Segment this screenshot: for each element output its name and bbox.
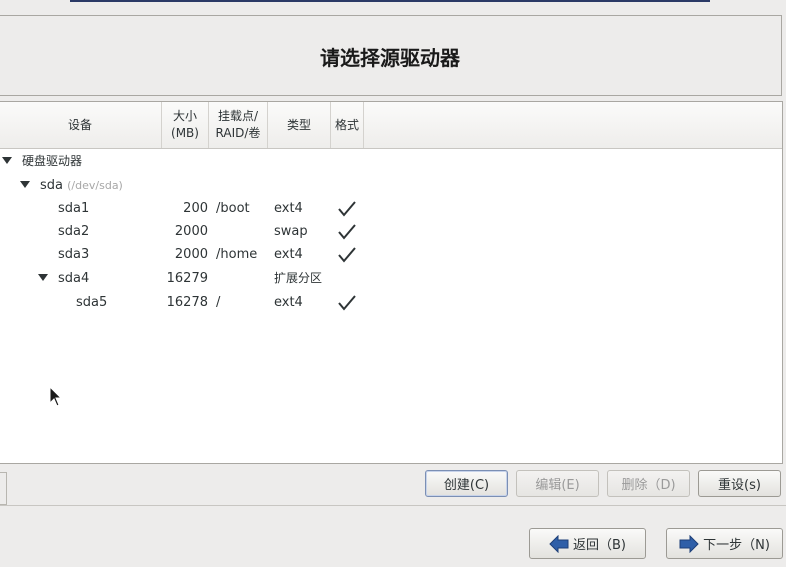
back-button[interactable]: 返回（B): [529, 528, 646, 559]
disk-name: sda (/dev/sda): [40, 178, 123, 193]
partition-tree[interactable]: 设备 大小 (MB) 挂载点/ RAID/卷 类型 格式 硬盘驱动器 sda (…: [0, 101, 783, 464]
partition-name: sda5: [76, 295, 108, 310]
arrow-left-icon: [549, 534, 569, 553]
partition-type: 扩展分区: [274, 271, 323, 285]
checkmark-icon: [338, 224, 356, 240]
table-row[interactable]: sda4 16279 扩展分区: [0, 267, 782, 290]
checkmark-icon: [338, 247, 356, 263]
column-header-size[interactable]: 大小 (MB): [162, 102, 209, 148]
next-button[interactable]: 下一步（N): [666, 528, 783, 559]
page-title: 请选择源驱动器: [320, 46, 460, 70]
expander-triangle-icon[interactable]: [38, 274, 48, 281]
column-header-device[interactable]: 设备: [0, 102, 162, 148]
column-header-type[interactable]: 类型: [268, 102, 331, 148]
mouse-cursor-icon: [49, 386, 63, 407]
partition-mount: /boot: [216, 201, 250, 216]
arrow-right-icon: [679, 534, 699, 553]
group-label: 硬盘驱动器: [22, 154, 83, 168]
delete-button[interactable]: 删除（D): [607, 470, 690, 497]
partition-name: sda2: [58, 224, 90, 239]
column-header-format[interactable]: 格式: [331, 102, 364, 148]
tree-row-disk[interactable]: sda (/dev/sda): [0, 174, 782, 197]
expander-triangle-icon[interactable]: [20, 181, 30, 188]
next-button-label: 下一步（N): [703, 538, 770, 553]
partition-size: 200: [183, 201, 208, 216]
partition-size: 2000: [174, 224, 208, 239]
partition-type: ext4: [274, 201, 303, 216]
create-button[interactable]: 创建(C): [425, 470, 508, 497]
divider: [0, 505, 786, 506]
partition-mount: /home: [216, 247, 258, 262]
partition-mount: /: [216, 295, 221, 310]
reset-button[interactable]: 重设(s): [698, 470, 781, 497]
left-edge-panel: [0, 472, 7, 505]
table-row[interactable]: sda5 16278 / ext4: [0, 291, 782, 314]
partition-type: ext4: [274, 247, 303, 262]
top-accent-bar: [70, 0, 710, 2]
partition-name: sda4: [58, 271, 90, 286]
partition-size: 16279: [166, 271, 208, 286]
partition-size: 2000: [174, 247, 208, 262]
checkmark-icon: [338, 201, 356, 217]
tree-header: 设备 大小 (MB) 挂载点/ RAID/卷 类型 格式: [0, 102, 782, 149]
column-header-mount[interactable]: 挂载点/ RAID/卷: [209, 102, 268, 148]
partition-name: sda1: [58, 201, 90, 216]
table-row[interactable]: sda3 2000 /home ext4: [0, 243, 782, 266]
expander-triangle-icon[interactable]: [2, 157, 12, 164]
table-row[interactable]: sda2 2000 swap: [0, 220, 782, 243]
disk-path: (/dev/sda): [67, 179, 123, 192]
table-row[interactable]: sda1 200 /boot ext4: [0, 197, 782, 220]
checkmark-icon: [338, 295, 356, 311]
tree-row-hard-drives[interactable]: 硬盘驱动器: [0, 150, 782, 173]
partition-type: ext4: [274, 295, 303, 310]
partition-type: swap: [274, 224, 308, 239]
header-panel: 请选择源驱动器: [0, 15, 782, 96]
edit-button[interactable]: 编辑(E): [516, 470, 599, 497]
back-button-label: 返回（B): [573, 538, 626, 553]
partition-size: 16278: [166, 295, 208, 310]
partition-name: sda3: [58, 247, 90, 262]
